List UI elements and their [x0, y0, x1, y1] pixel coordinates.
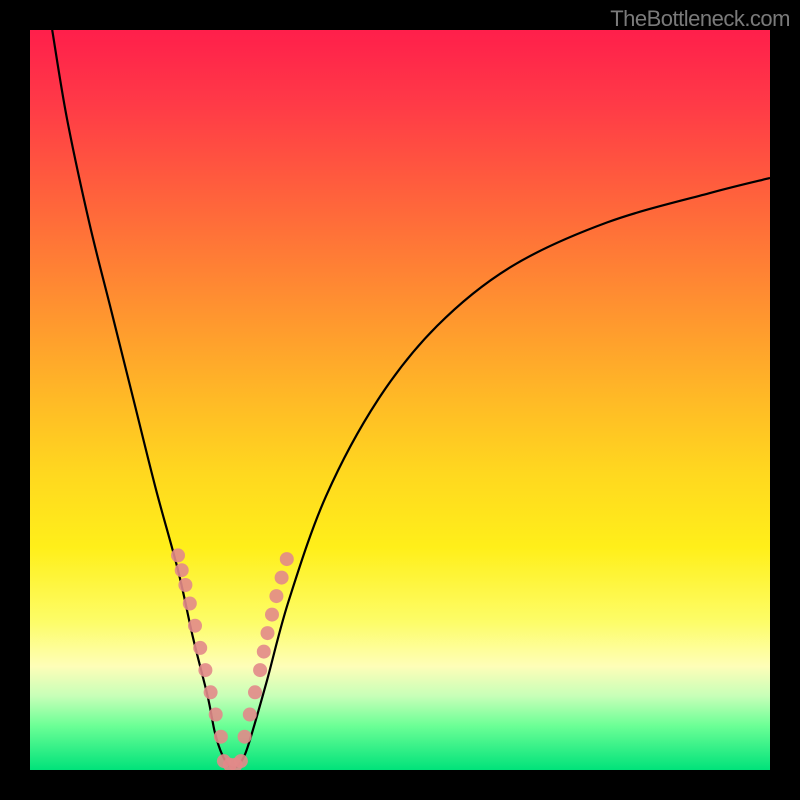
curve-marker: [188, 619, 202, 633]
curve-marker: [261, 626, 275, 640]
curve-marker: [198, 663, 212, 677]
curve-marker: [193, 641, 207, 655]
curve-marker: [234, 754, 248, 768]
curve-marker: [248, 685, 262, 699]
curve-marker: [171, 548, 185, 562]
curve-marker: [214, 730, 228, 744]
curve-marker: [238, 730, 252, 744]
curve-marker: [280, 552, 294, 566]
curve-marker: [265, 608, 279, 622]
bottom-border: [30, 770, 770, 800]
curve-marker: [178, 578, 192, 592]
curve-markers: [171, 548, 294, 770]
curve-marker: [183, 597, 197, 611]
curve-marker: [243, 708, 257, 722]
curve-marker: [269, 589, 283, 603]
curve-marker: [253, 663, 267, 677]
bottleneck-curve-path: [52, 30, 770, 768]
watermark-text: TheBottleneck.com: [610, 6, 790, 32]
curve-marker: [275, 571, 289, 585]
curve-marker: [175, 563, 189, 577]
curve-marker: [204, 685, 218, 699]
chart-plot-area: [30, 30, 770, 770]
bottleneck-curve-svg: [30, 30, 770, 770]
curve-marker: [209, 708, 223, 722]
curve-marker: [257, 645, 271, 659]
